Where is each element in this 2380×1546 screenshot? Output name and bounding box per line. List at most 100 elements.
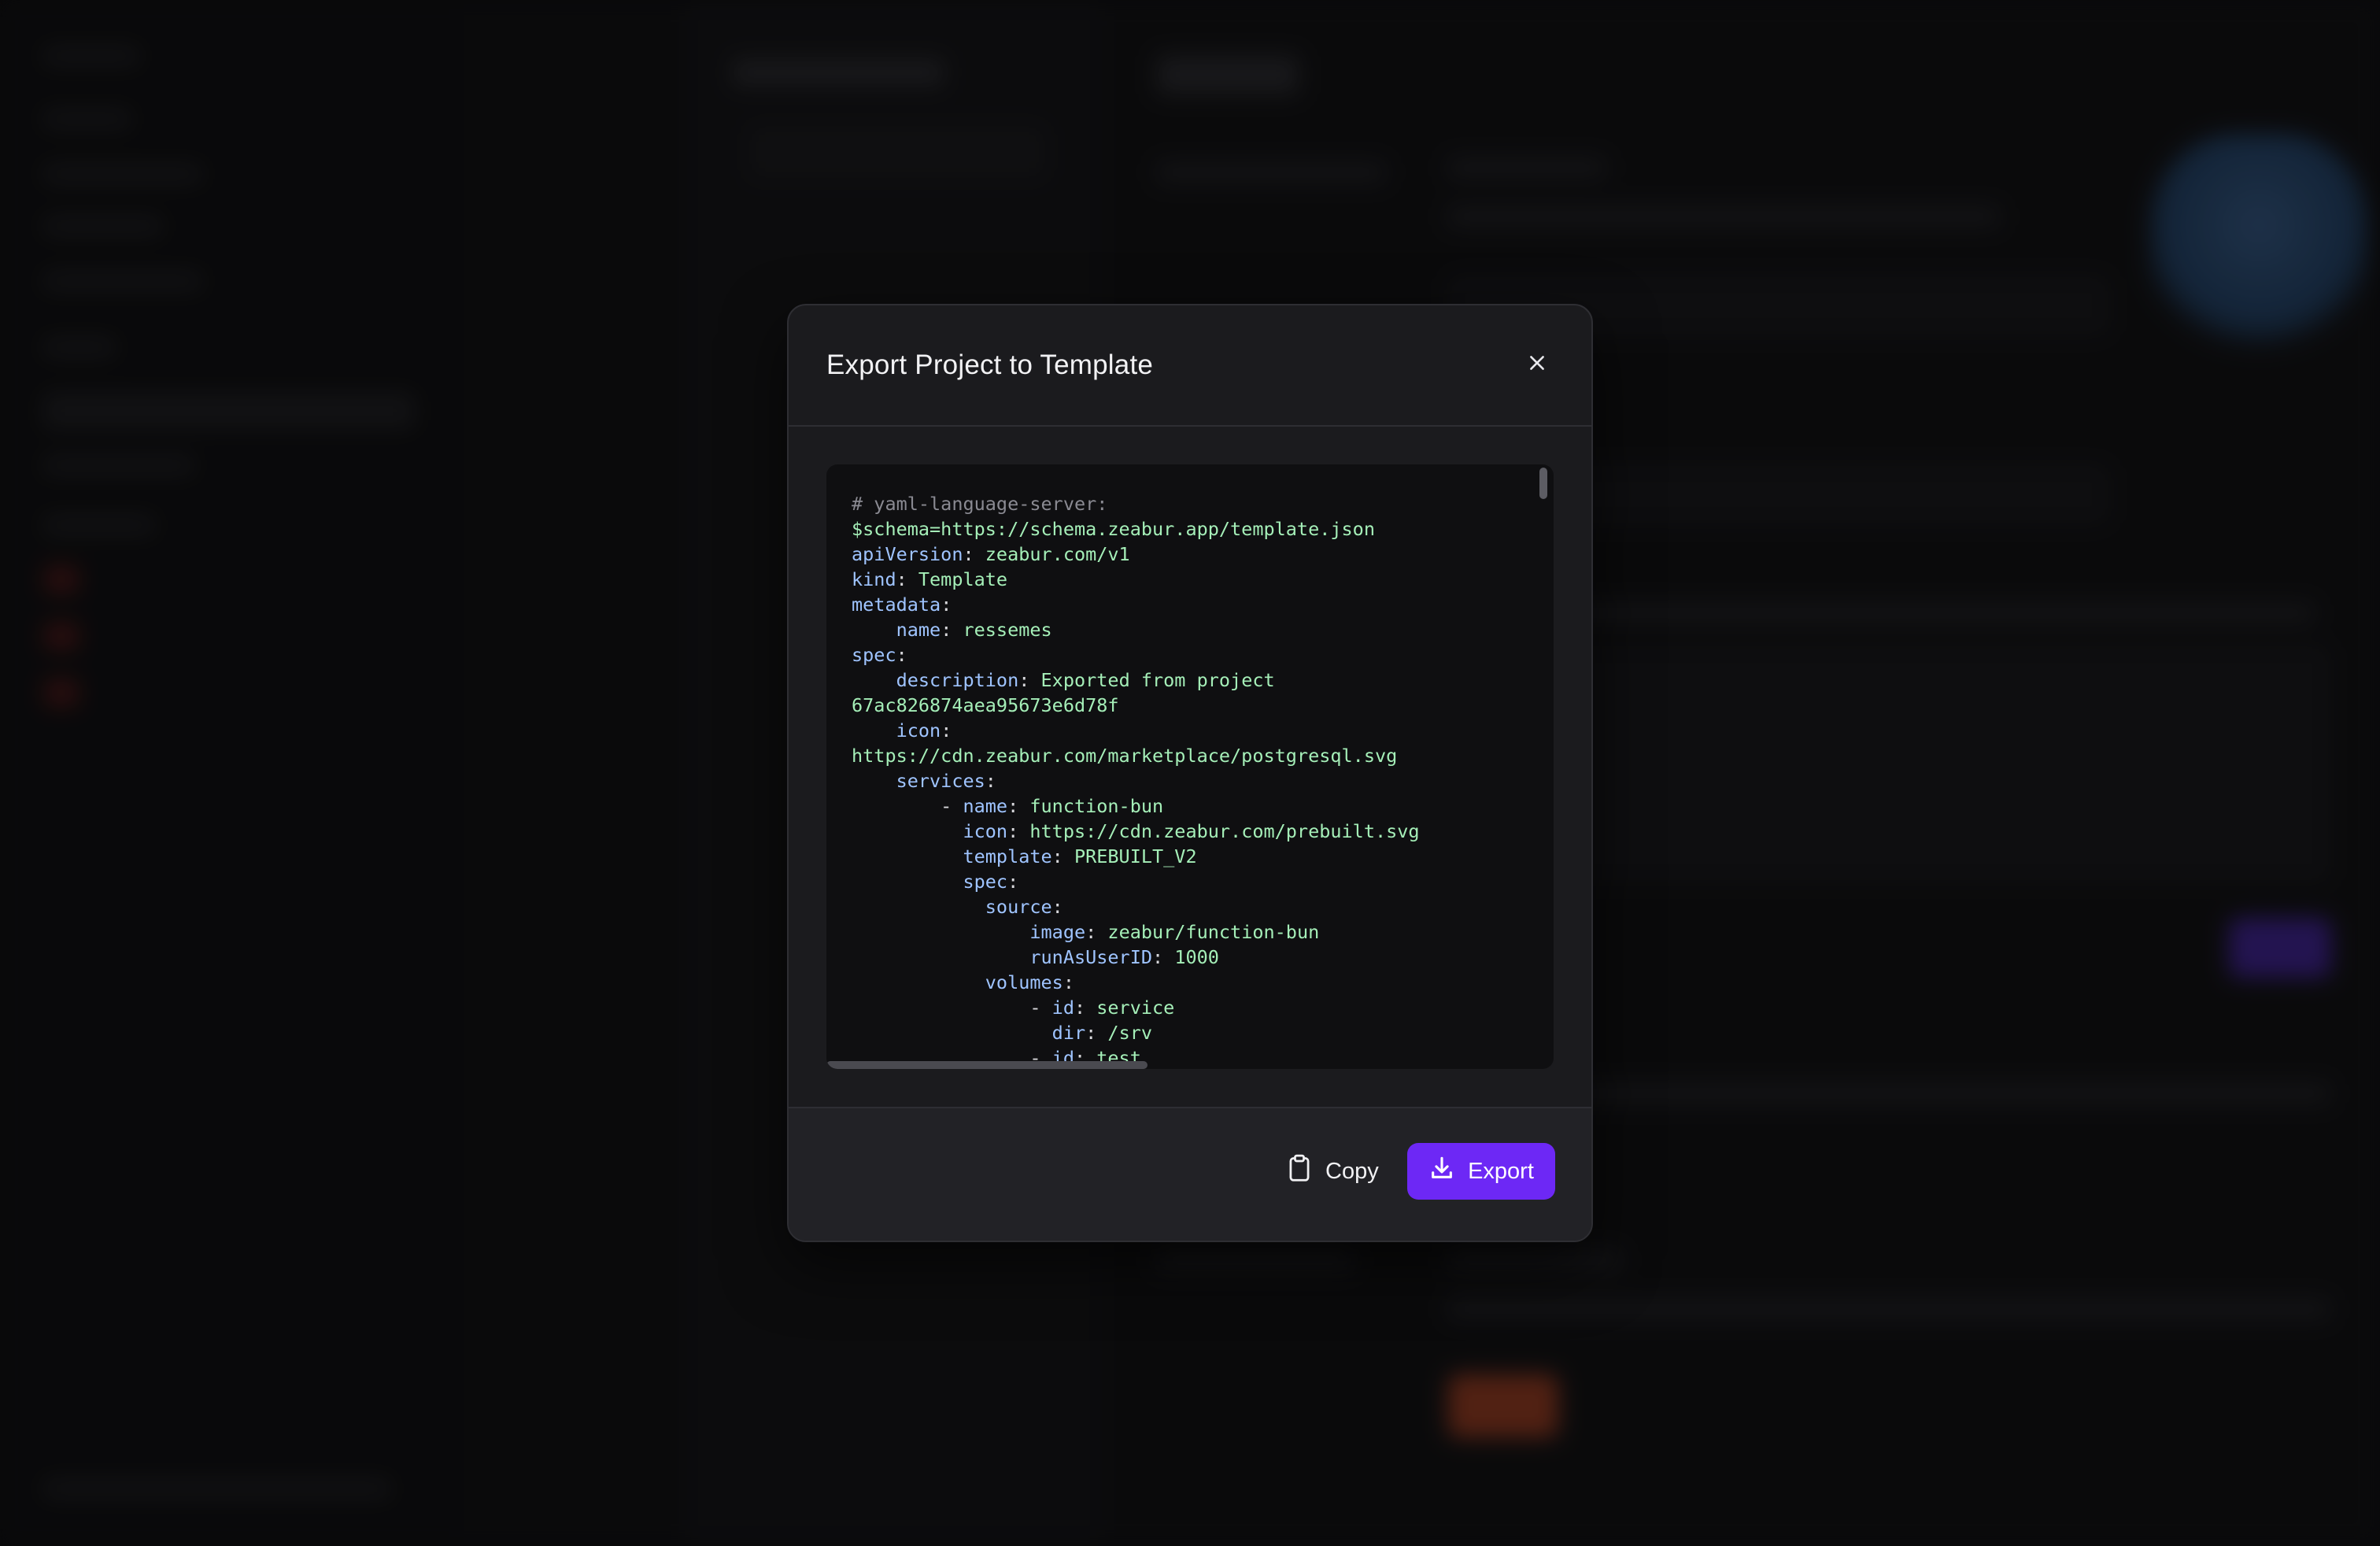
code-token-val: https://cdn.zeabur.com/prebuilt.svg: [1029, 820, 1420, 842]
code-token-val: PREBUILT_V2: [1074, 845, 1197, 867]
code-token-key: description: [896, 669, 1019, 691]
code-token-punct: [852, 845, 963, 867]
code-token-punct: :: [1074, 997, 1097, 1019]
code-line: description: Exported from project: [852, 668, 1528, 693]
code-line: metadata:: [852, 592, 1528, 617]
code-token-val: https://cdn.zeabur.com/marketplace/postg…: [852, 745, 1398, 767]
code-token-val: /srv: [1107, 1022, 1153, 1044]
code-token-punct: [852, 946, 1029, 968]
code-token-key: image: [1029, 921, 1086, 943]
code-token-key: name: [896, 619, 941, 641]
code-line: volumes:: [852, 970, 1528, 995]
code-line: 67ac826874aea95673e6d78f: [852, 693, 1528, 718]
yaml-code-content: # yaml-language-server: $schema=https://s…: [826, 464, 1554, 1069]
modal-footer: Copy Export: [789, 1107, 1591, 1241]
code-token-punct: -: [852, 997, 1052, 1019]
code-line: dir: /srv: [852, 1020, 1528, 1045]
close-button[interactable]: [1517, 345, 1557, 384]
code-token-punct: :: [941, 619, 963, 641]
code-line: image: zeabur/function-bun: [852, 919, 1528, 945]
code-token-key: source: [985, 896, 1052, 918]
code-line: https://cdn.zeabur.com/marketplace/postg…: [852, 743, 1528, 768]
code-token-key: spec: [963, 871, 1008, 893]
code-token-key: template: [963, 845, 1052, 867]
code-token-punct: [852, 719, 896, 742]
code-token-punct: :: [1062, 971, 1074, 993]
code-token-punct: :: [1007, 795, 1030, 817]
code-token-val: $schema=https://schema.zeabur.app/templa…: [852, 518, 1375, 540]
code-token-val: service: [1096, 997, 1175, 1019]
code-token-punct: [852, 820, 963, 842]
code-token-punct: :: [985, 770, 996, 792]
code-token-punct: -: [852, 795, 963, 817]
code-line: $schema=https://schema.zeabur.app/templa…: [852, 516, 1528, 542]
code-token-key: kind: [852, 568, 896, 590]
code-line: spec:: [852, 869, 1528, 894]
copy-button[interactable]: Copy: [1267, 1143, 1398, 1200]
code-token-val: 67ac826874aea95673e6d78f: [852, 694, 1119, 716]
code-token-key: metadata: [852, 594, 941, 616]
code-token-punct: :: [896, 568, 918, 590]
code-token-punct: [852, 619, 896, 641]
code-token-punct: [852, 770, 896, 792]
code-line: - name: function-bun: [852, 793, 1528, 819]
code-token-val: zeabur.com/v1: [985, 543, 1130, 565]
yaml-code-block[interactable]: # yaml-language-server: $schema=https://s…: [826, 464, 1554, 1069]
code-token-val: Exported from project: [1040, 669, 1275, 691]
code-token-punct: :: [941, 594, 952, 616]
code-token-punct: :: [941, 719, 952, 742]
code-token-key: name: [963, 795, 1008, 817]
code-token-punct: :: [896, 644, 907, 666]
export-template-modal: Export Project to Template # yaml-langua…: [787, 304, 1593, 1242]
code-line: source:: [852, 894, 1528, 919]
code-line: runAsUserID: 1000: [852, 945, 1528, 970]
code-token-val: ressemes: [963, 619, 1052, 641]
code-line: spec:: [852, 642, 1528, 668]
code-line: icon:: [852, 718, 1528, 743]
code-token-punct: :: [1085, 1022, 1108, 1044]
code-token-punct: :: [1018, 669, 1041, 691]
code-token-val: Template: [918, 568, 1008, 590]
close-icon: [1527, 353, 1547, 377]
code-token-val: function-bun: [1029, 795, 1164, 817]
code-token-punct: [852, 1022, 1052, 1044]
export-label: Export: [1468, 1158, 1534, 1184]
code-line: services:: [852, 768, 1528, 793]
code-line: # yaml-language-server:: [852, 491, 1528, 516]
code-token-punct: [852, 669, 896, 691]
code-token-punct: :: [1007, 820, 1030, 842]
code-token-key: icon: [963, 820, 1008, 842]
modal-body: # yaml-language-server: $schema=https://s…: [789, 427, 1591, 1069]
code-token-key: runAsUserID: [1029, 946, 1153, 968]
code-line: kind: Template: [852, 567, 1528, 592]
code-token-punct: :: [963, 543, 985, 565]
code-token-punct: :: [1152, 946, 1175, 968]
code-token-key: apiVersion: [852, 543, 963, 565]
clipboard-icon: [1286, 1154, 1313, 1189]
code-line: - id: service: [852, 995, 1528, 1020]
export-button[interactable]: Export: [1407, 1143, 1555, 1200]
modal-header: Export Project to Template: [789, 305, 1591, 427]
modal-title: Export Project to Template: [826, 350, 1154, 380]
code-line: name: ressemes: [852, 617, 1528, 642]
code-line: template: PREBUILT_V2: [852, 844, 1528, 869]
code-token-punct: [852, 921, 1029, 943]
code-token-punct: :: [1051, 896, 1063, 918]
code-token-key: icon: [896, 719, 941, 742]
code-token-val: 1000: [1174, 946, 1219, 968]
code-token-key: id: [1051, 997, 1074, 1019]
horizontal-scrollbar[interactable]: [826, 1061, 1148, 1069]
vertical-scrollbar[interactable]: [1539, 468, 1547, 499]
code-token-punct: [852, 971, 985, 993]
download-icon: [1428, 1155, 1455, 1188]
code-line: icon: https://cdn.zeabur.com/prebuilt.sv…: [852, 819, 1528, 844]
code-token-punct: :: [1007, 871, 1019, 893]
code-line: apiVersion: zeabur.com/v1: [852, 542, 1528, 567]
code-token-val: zeabur/function-bun: [1107, 921, 1320, 943]
code-token-comment: # yaml-language-server:: [852, 493, 1108, 515]
copy-label: Copy: [1325, 1158, 1379, 1184]
code-token-key: spec: [852, 644, 896, 666]
code-token-punct: [852, 871, 963, 893]
code-token-key: services: [896, 770, 985, 792]
code-token-punct: [852, 896, 985, 918]
